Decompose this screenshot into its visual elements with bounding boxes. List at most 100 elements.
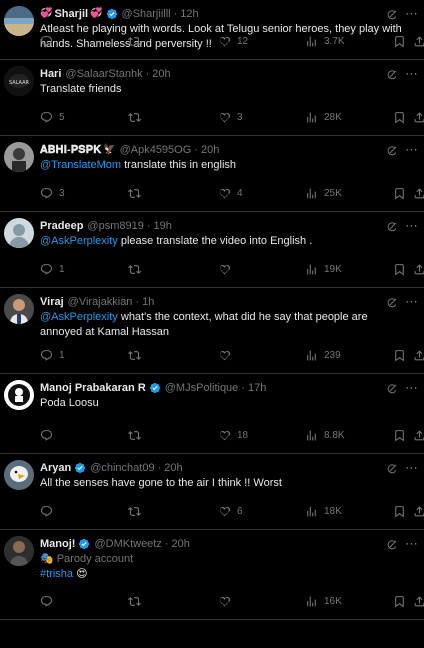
user-handle[interactable]: @Apk4595OG [120,142,192,158]
more-options-icon[interactable]: ⋯ [405,536,418,552]
grok-icon[interactable] [386,539,398,551]
tweet[interactable]: Manoj Prabakaran R @MJsPolitique · 17h ⋯ Poda… [0,374,424,454]
timestamp[interactable]: 12h [180,6,198,22]
avatar[interactable] [4,6,34,36]
grok-icon[interactable] [386,463,398,475]
reply-button[interactable] [40,595,59,608]
tweet[interactable]: Pradeep @psm8919 · 19h ⋯ @AskPerplexity pleas… [0,212,424,288]
bookmark-button[interactable] [393,505,406,518]
grok-icon[interactable] [386,383,398,395]
reply-button[interactable]: 1 [40,263,65,276]
grok-icon[interactable] [386,221,398,233]
share-button[interactable] [413,349,424,362]
bookmark-button[interactable] [393,35,406,48]
reply-button[interactable]: 5 [40,111,65,124]
timestamp[interactable]: 17h [248,380,266,396]
mention-link[interactable]: @AskPerplexity [40,235,118,247]
more-options-icon[interactable]: ⋯ [405,294,418,310]
like-button[interactable] [218,595,237,608]
timestamp[interactable]: 20h [201,142,219,158]
retweet-button[interactable] [128,505,147,518]
display-name[interactable]: Viraj [40,294,64,310]
retweet-button[interactable] [128,263,147,276]
avatar[interactable] [4,380,34,410]
more-options-icon[interactable]: ⋯ [405,142,418,158]
retweet-button[interactable] [128,595,147,608]
tweet[interactable]: 💞 Sharjil 💞 @Sharjiilll · 12h ⋯ Atleast he play… [0,0,424,60]
more-options-icon[interactable]: ⋯ [405,66,418,82]
share-button[interactable] [413,263,424,276]
reply-button[interactable]: 3 [40,187,65,200]
more-options-icon[interactable]: ⋯ [405,460,418,476]
views-button[interactable]: 25K [305,187,342,200]
like-button[interactable]: 12 [218,35,248,48]
mention-link[interactable]: #trisha [40,568,73,580]
reply-button[interactable]: 1 [40,349,65,362]
views-button[interactable]: 19K [305,263,342,276]
tweet[interactable]: 𝐀𝐁𝐇𝐈-𝐏𝐒𝐏𝐊 🦅 @Apk4595OG · 20h ⋯ @TranslateMom t… [0,136,424,212]
share-button[interactable] [413,429,424,442]
display-name[interactable]: Sharjil [54,6,88,22]
display-name[interactable]: Hari [40,66,61,82]
tweet[interactable]: Aryan @chinchat09 · 20h ⋯ All the senses have… [0,454,424,530]
share-button[interactable] [413,595,424,608]
display-name[interactable]: 𝐀𝐁𝐇𝐈-𝐏𝐒𝐏𝐊 [40,142,101,158]
user-handle[interactable]: @Virajakkian [68,294,133,310]
tweet[interactable]: Viraj @Virajakkian · 1h ⋯ @AskPerplexity what… [0,288,424,374]
reply-button[interactable] [40,429,59,442]
grok-icon[interactable] [386,9,398,21]
avatar[interactable]: SALAAR [4,66,34,96]
display-name[interactable]: Pradeep [40,218,83,234]
like-button[interactable] [218,349,237,362]
user-handle[interactable]: @MJsPolitique [165,380,239,396]
views-button[interactable]: 16K [305,595,342,608]
timestamp[interactable]: 19h [154,218,172,234]
mention-link[interactable]: @AskPerplexity [40,311,118,323]
bookmark-button[interactable] [393,111,406,124]
timestamp[interactable]: 20h [172,536,190,552]
grok-icon[interactable] [386,69,398,81]
user-handle[interactable]: @SalaarStanhk [65,66,142,82]
user-handle[interactable]: @psm8919 [87,218,143,234]
bookmark-button[interactable] [393,187,406,200]
display-name[interactable]: Manoj Prabakaran R [40,380,146,396]
retweet-button[interactable] [128,187,147,200]
like-button[interactable]: 6 [218,505,243,518]
bookmark-button[interactable] [393,263,406,276]
more-options-icon[interactable]: ⋯ [405,218,418,234]
more-options-icon[interactable]: ⋯ [405,6,418,22]
display-name[interactable]: Manoj! [40,536,75,552]
like-button[interactable] [218,263,237,276]
tweet[interactable]: SALAAR Hari @SalaarStanhk · 20h ⋯ Translate fr… [0,60,424,136]
user-handle[interactable]: @Sharjiilll [122,6,171,22]
retweet-button[interactable] [128,429,147,442]
timestamp[interactable]: 20h [152,66,170,82]
avatar[interactable] [4,536,34,566]
avatar[interactable] [4,142,34,172]
display-name[interactable]: Aryan [40,460,71,476]
avatar[interactable] [4,460,34,490]
timestamp[interactable]: 20h [164,460,182,476]
tweet[interactable]: Manoj! @DMKtweetz · 20h ⋯ 🎭 Parody account #tr… [0,530,424,620]
bookmark-button[interactable] [393,595,406,608]
user-handle[interactable]: @DMKtweetz [94,536,161,552]
share-button[interactable] [413,187,424,200]
share-button[interactable] [413,35,424,48]
bookmark-button[interactable] [393,429,406,442]
grok-icon[interactable] [386,297,398,309]
views-button[interactable]: 239 [305,349,341,362]
reply-button[interactable] [40,35,59,48]
like-button[interactable]: 3 [218,111,243,124]
reply-button[interactable] [40,505,59,518]
like-button[interactable]: 18 [218,429,248,442]
share-button[interactable] [413,505,424,518]
timestamp[interactable]: 1h [142,294,154,310]
avatar[interactable] [4,218,34,248]
user-handle[interactable]: @chinchat09 [90,460,154,476]
views-button[interactable]: 3.7K [305,35,345,48]
views-button[interactable]: 18K [305,505,342,518]
bookmark-button[interactable] [393,349,406,362]
views-button[interactable]: 28K [305,111,342,124]
share-button[interactable] [413,111,424,124]
retweet-button[interactable] [128,111,147,124]
